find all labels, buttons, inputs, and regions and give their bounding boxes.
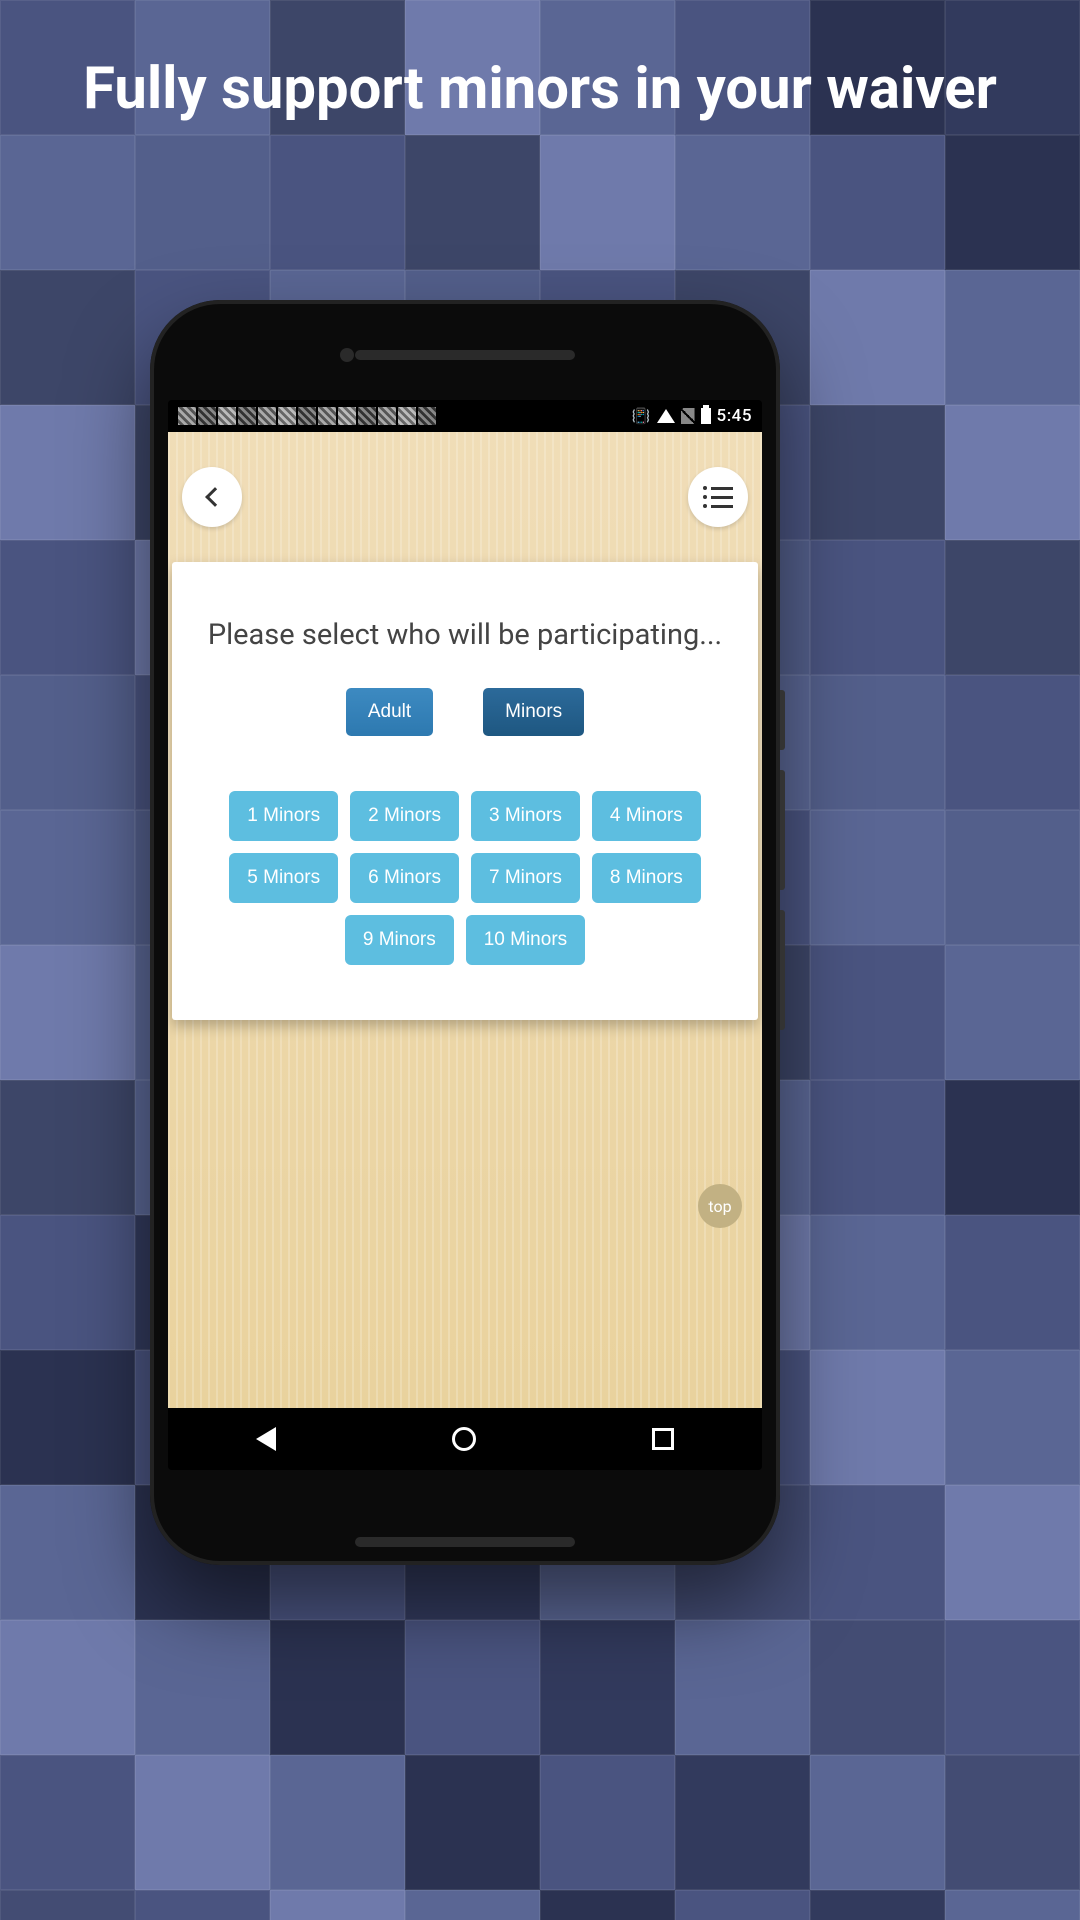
status-notifications [178, 407, 628, 425]
menu-list-icon [703, 486, 733, 508]
minor-option-9[interactable]: 9 Minors [345, 915, 454, 965]
adult-button[interactable]: Adult [346, 688, 433, 736]
minor-option-7[interactable]: 7 Minors [471, 853, 580, 903]
vibrate-icon [632, 406, 651, 426]
selection-prompt: Please select who will be participating.… [200, 617, 730, 653]
minor-option-1[interactable]: 1 Minors [229, 791, 338, 841]
selection-card: Please select who will be participating.… [172, 562, 758, 1020]
phone-chin-speaker-icon [355, 1537, 575, 1547]
minors-button[interactable]: Minors [483, 688, 584, 736]
android-nav-bar [168, 1408, 762, 1470]
scroll-top-button[interactable]: top [698, 1184, 742, 1228]
minor-option-4[interactable]: 4 Minors [592, 791, 701, 841]
app-header [168, 432, 762, 562]
status-time: 5:45 [717, 406, 752, 426]
no-sim-icon [681, 408, 695, 424]
minor-option-10[interactable]: 10 Minors [466, 915, 585, 965]
wifi-icon [657, 409, 675, 423]
phone-frame: 5:45 Please select who will be pa [150, 300, 780, 1565]
phone-bottom-bezel [150, 1470, 780, 1565]
status-bar: 5:45 [168, 400, 762, 432]
app-content: Please select who will be participating.… [168, 432, 762, 1408]
minor-option-8[interactable]: 8 Minors [592, 853, 701, 903]
choice-row: Adult Minors [200, 688, 730, 736]
phone-side-button [780, 690, 785, 750]
front-camera-icon [340, 348, 354, 362]
minor-options: 1 Minors 2 Minors 3 Minors 4 Minors 5 Mi… [200, 791, 730, 965]
phone-side-button [780, 910, 785, 1030]
minor-option-6[interactable]: 6 Minors [350, 853, 459, 903]
minor-option-2[interactable]: 2 Minors [350, 791, 459, 841]
back-button[interactable] [182, 467, 242, 527]
marketing-headline: Fully support minors in your waiver [0, 55, 1080, 125]
phone-side-button [780, 770, 785, 890]
menu-button[interactable] [688, 467, 748, 527]
nav-home-icon[interactable] [452, 1427, 476, 1451]
minor-option-5[interactable]: 5 Minors [229, 853, 338, 903]
phone-speaker-icon [355, 350, 575, 360]
nav-back-icon[interactable] [256, 1427, 276, 1451]
arrow-left-icon [205, 487, 225, 507]
minor-option-3[interactable]: 3 Minors [471, 791, 580, 841]
phone-top-bezel [150, 300, 780, 400]
nav-recent-icon[interactable] [652, 1428, 674, 1450]
battery-icon [701, 408, 711, 424]
phone-screen: 5:45 Please select who will be pa [168, 400, 762, 1470]
